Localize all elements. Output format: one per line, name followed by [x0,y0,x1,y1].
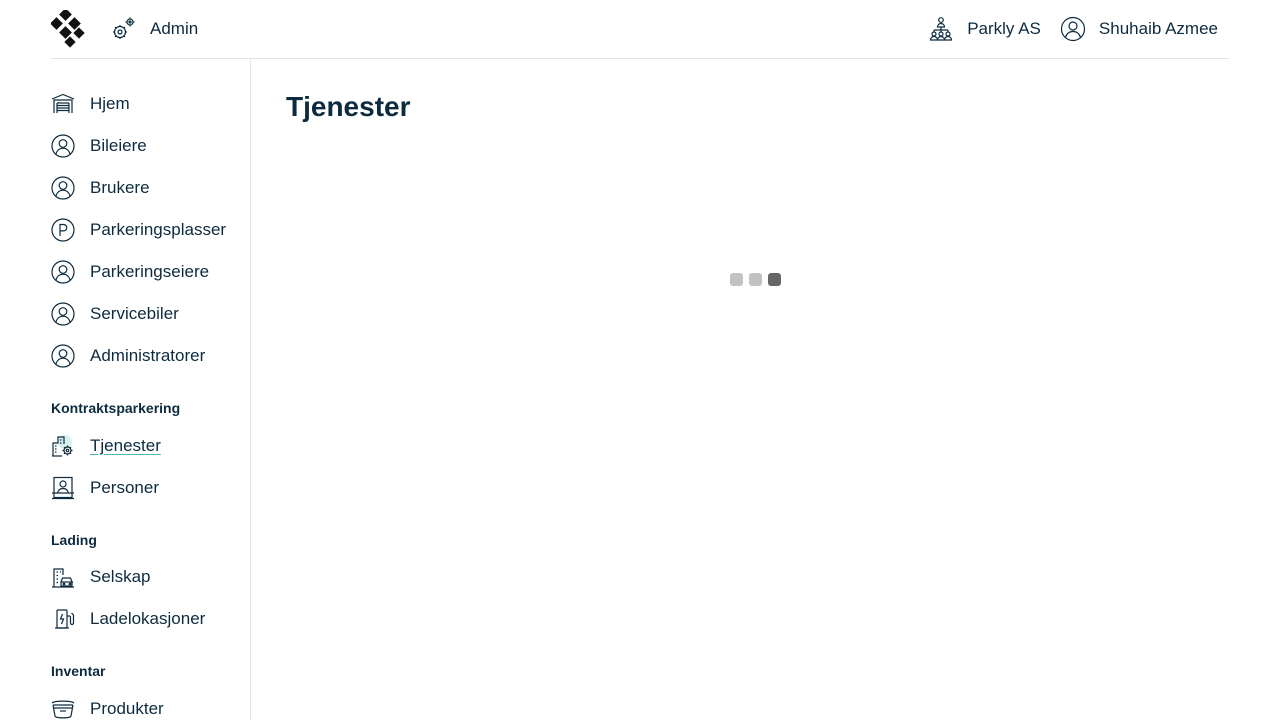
top-bar: Admin Parkly AS Shuhaib Azmee [50,0,1229,59]
sidebar-item-label: Administratorer [90,346,206,365]
charging-station-icon [55,609,75,629]
parking-p-icon [51,218,75,242]
loading-dot [749,273,762,286]
user-circle-icon [51,134,75,158]
building-car-icon [52,568,74,588]
sidebar-item-label: Personer [90,478,159,497]
sidebar-item-label: Ladelokasjoner [90,609,206,628]
account-area: Parkly AS Shuhaib Azmee [928,16,1218,42]
sidebar-item-tjenester[interactable]: Tjenester [51,431,161,461]
sidebar-item-label: Servicebiler [90,304,179,323]
organization-label: Parkly AS [967,19,1041,38]
sidebar-item-label: Selskap [90,567,151,586]
sidebar-item-label: Tjenester [90,436,161,455]
box-icon [51,700,75,719]
user-circle-icon [51,302,75,326]
sidebar-item-parkeringsplasser[interactable]: Parkeringsplasser [51,215,226,245]
sidebar-item-label: Hjem [90,94,130,113]
sidebar-item-label: Brukere [90,178,150,197]
user-circle-icon [1060,16,1086,42]
sidebar-item-parkeringseiere[interactable]: Parkeringseiere [51,257,209,287]
sidebar-item-ladelokasjoner[interactable]: Ladelokasjoner [51,604,205,634]
page-title: Tjenester [286,91,411,122]
garage-icon [51,93,75,113]
logo[interactable] [50,8,85,48]
sidebar-item-label: Produkter [90,699,164,718]
admin-label: Admin [150,19,199,38]
organization-switcher[interactable]: Parkly AS [928,16,1041,42]
section-heading-kontraktsparkering: Kontraktsparkering [51,400,181,416]
user-circle-icon [51,344,75,368]
sidebar-item-label: Parkeringsplasser [90,220,227,239]
loading-dot [730,273,743,286]
logo-icon [50,8,85,48]
building-gear-icon [52,435,73,457]
sidebar: Hjem Bileiere Brukere Parkeringsplasser … [0,59,251,720]
loading-dot [768,273,781,286]
sidebar-item-selskap[interactable]: Selskap [51,562,150,592]
user-name: Shuhaib Azmee [1098,19,1218,38]
loading-indicator [730,273,781,286]
sidebar-item-brukere[interactable]: Brukere [51,173,150,203]
admin-menu[interactable]: Admin [110,16,198,42]
sidebar-item-label: Parkeringseiere [90,262,210,281]
person-desk-icon [52,476,74,500]
section-heading-inventar: Inventar [51,663,106,679]
gears-icon [113,17,135,39]
sidebar-item-bileiere[interactable]: Bileiere [51,131,147,161]
organization-icon [930,17,953,41]
user-circle-icon [51,176,75,200]
sidebar-item-administratorer[interactable]: Administratorer [51,341,205,371]
sidebar-item-servicebiler[interactable]: Servicebiler [51,299,179,329]
user-menu[interactable]: Shuhaib Azmee [1060,16,1218,42]
sidebar-item-personer[interactable]: Personer [51,473,159,503]
user-circle-icon [51,260,75,284]
sidebar-item-label: Bileiere [90,136,147,155]
main-content: Tjenester [251,59,1280,720]
sidebar-item-hjem[interactable]: Hjem [51,89,130,119]
section-heading-lading: Lading [51,532,97,548]
